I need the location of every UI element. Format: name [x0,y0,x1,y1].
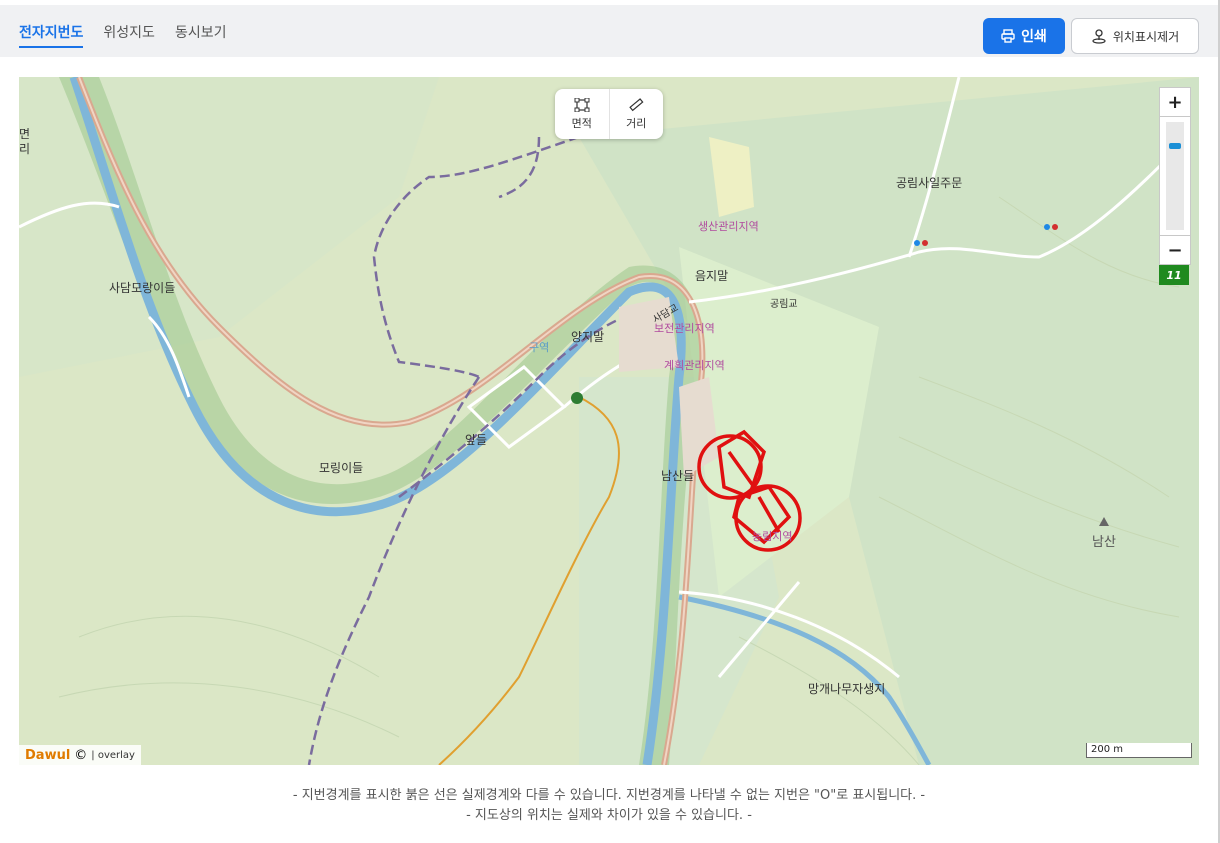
place-label-mangae-tree: 망개나무자생지 [808,682,886,696]
copyright-icon: © [74,747,88,763]
scale-bar: 200 m [1086,743,1192,758]
zone-label-cut: 구역 [529,341,550,354]
place-label-yangjimal: 양지말 [571,330,605,344]
notice-line-1: - 지번경계를 표시한 붉은 선은 실제경계와 다를 수 있습니다. 지번경계를… [292,788,926,803]
measure-area-button[interactable]: 면적 [555,89,609,139]
clear-location-button[interactable]: 위치표시제거 [1071,18,1199,54]
zoom-out-button[interactable]: − [1159,235,1191,265]
place-label-namsandeul: 남산들 [661,469,695,483]
clear-location-label: 위치표시제거 [1112,29,1180,44]
place-label-gongrim-office: 공림사일주문 [896,176,963,190]
map-base-layer [19,77,1199,765]
zoom-slider-rail [1166,122,1184,230]
place-label-moring: 모링이들 [319,461,364,475]
printer-icon [1001,29,1015,43]
map-canvas[interactable]: 면 리 사담모랑이들 모링이들 앞들 양지말 음지말 남산들 공림사일주문 망개… [19,77,1199,765]
measure-distance-button[interactable]: 거리 [608,89,664,139]
place-label-sadam-morang: 사담모랑이들 [109,281,176,295]
zone-label-planning: 계획관리지역 [664,359,725,372]
ruler-icon [629,97,644,111]
print-button[interactable]: 인쇄 [983,18,1065,54]
map-provider-logo: Dawul © | overlay [19,745,141,765]
top-toolbar: 전자지번도 위성지도 동시보기 인쇄 위치표시제거 [0,5,1218,57]
place-label-apdeul: 앞들 [465,433,488,447]
notice-line-2: - 지도상의 위치는 실제와 차이가 있을 수 있습니다. - [466,808,752,823]
print-label: 인쇄 [1021,29,1047,45]
area-polygon-icon [574,97,590,112]
tab-cadastral-map[interactable]: 전자지번도 [19,22,84,48]
place-label-cut-2: 리 [19,142,31,156]
bridge-label-gongrimgyo: 공림교 [770,299,798,310]
zoom-control: + − 11 [1159,87,1191,285]
zoom-in-button[interactable]: + [1159,87,1191,117]
map-notice: - 지번경계를 표시한 붉은 선은 실제경계와 다를 수 있습니다. 지번경계를… [0,786,1218,826]
tab-dual-view[interactable]: 동시보기 [175,22,227,48]
place-label-namsan: 남산 [1092,535,1116,550]
tab-satellite-map[interactable]: 위성지도 [103,22,155,48]
logo-overlay-text: | overlay [91,749,135,761]
zoom-level-badge: 11 [1159,265,1189,285]
measure-distance-label: 거리 [626,116,647,130]
zoom-slider[interactable] [1159,117,1191,235]
place-label-eumjimal: 음지말 [695,269,729,283]
zone-label-conservation: 보전관리지역 [654,322,715,335]
zoom-slider-handle[interactable] [1169,143,1181,150]
location-pin-icon [1092,29,1106,44]
measure-area-label: 면적 [571,116,592,130]
measure-toolbox: 면적 거리 [555,89,663,139]
map-type-tabs: 전자지번도 위성지도 동시보기 [19,22,226,48]
zone-label-forest: 농림지역 [752,530,793,543]
logo-brand: Dawul [25,747,71,763]
zone-label-production: 생산관리지역 [698,220,759,233]
